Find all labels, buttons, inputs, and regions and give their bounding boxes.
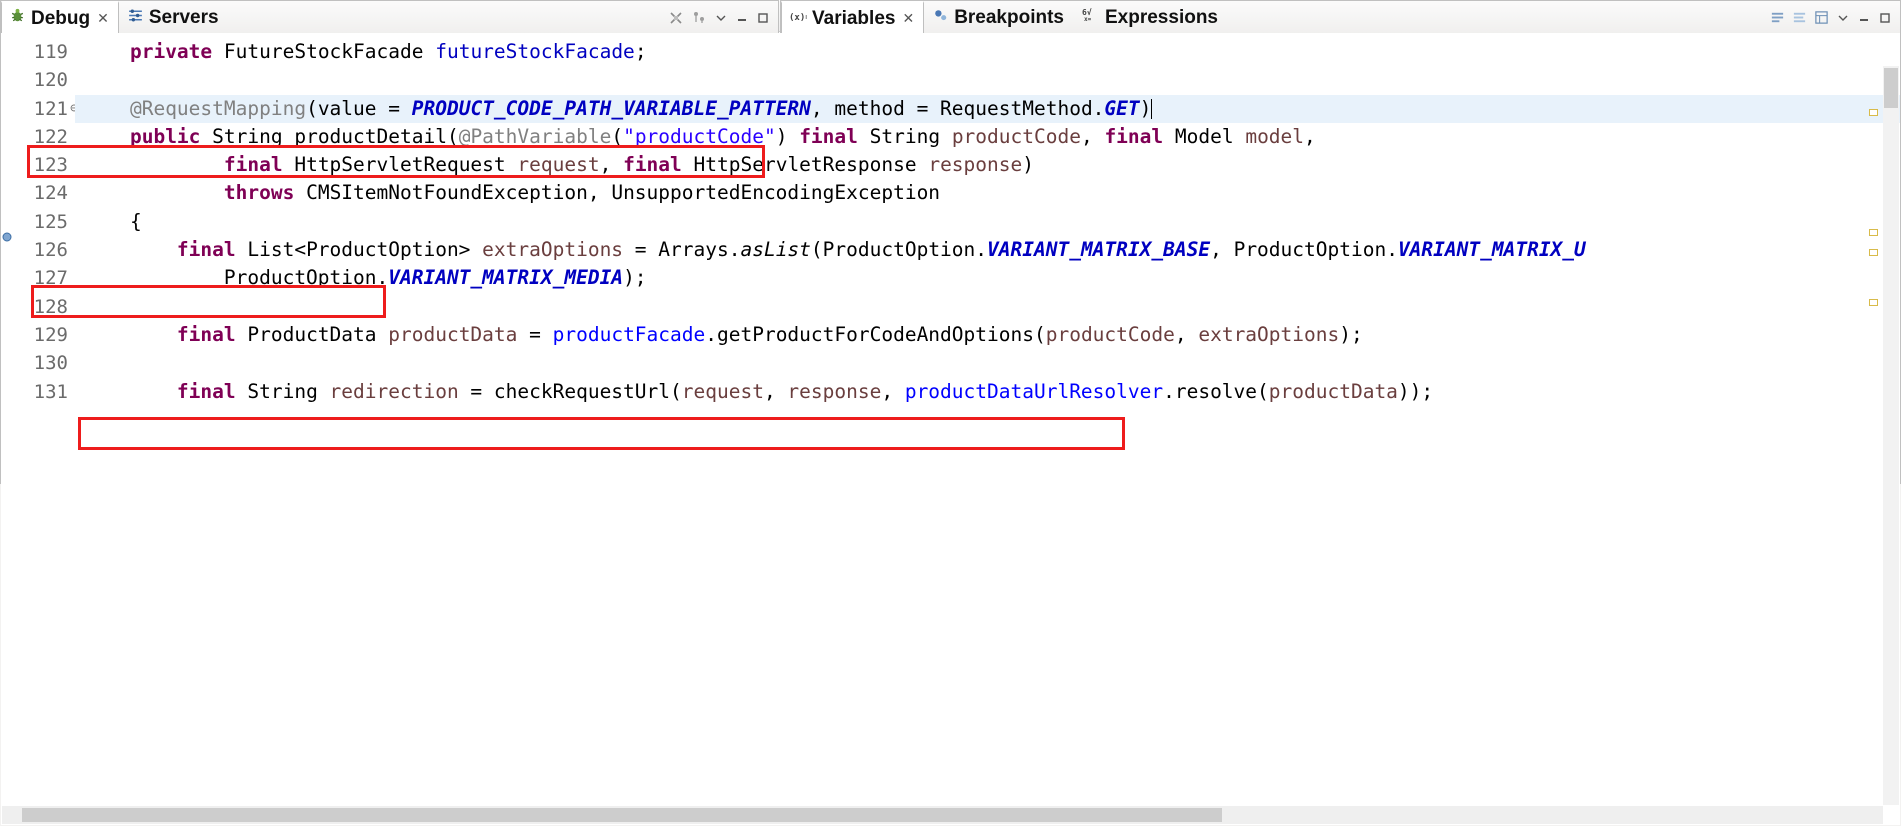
maximize-icon[interactable] [1878,11,1892,25]
line-number: 129 [33,323,68,346]
line-number: 126 [33,239,68,262]
line-number: 120 [33,69,68,92]
editor-vscroll-thumb[interactable] [1884,68,1898,108]
tab-expressions[interactable]: 6√ x= Expressions [1074,1,1228,34]
close-icon[interactable]: ✕ [97,10,109,27]
code-line-119[interactable]: private FutureStockFacade futureStockFac… [75,38,1900,66]
debug-view-tabstrip: Debug ✕ Servers [1,1,778,35]
overview-ruler[interactable] [1866,69,1880,803]
line-number: 130 [33,352,68,375]
editor-vertical-scrollbar[interactable] [1883,66,1899,805]
line-number: 122 [33,125,68,148]
line-number: 124 [33,182,68,205]
tabstrip-filler [1228,1,1764,34]
tab-variables-label: Variables [812,7,896,29]
code-line-126[interactable]: final List<ProductOption> extraOptions =… [75,236,1900,264]
code-line-120[interactable] [75,66,1900,94]
minimize-icon[interactable] [735,11,749,25]
tab-debug[interactable]: Debug ✕ [1,1,119,34]
collapse-all-icon[interactable] [1770,10,1785,25]
expressions-icon: 6√ x= [1082,7,1100,29]
code-text[interactable]: private FutureStockFacade futureStockFac… [75,33,1900,825]
variables-view-toolbar [1764,1,1900,34]
line-number: 119 [33,41,68,63]
line-number: 131 [33,380,68,403]
code-line-123[interactable]: final HttpServletRequest request, final … [75,151,1900,179]
view-menu-icon[interactable] [1836,11,1850,25]
disconnect-icon[interactable] [668,10,684,26]
code-editor-panel: J Thread.class J ProductPageController.j… [0,0,1901,825]
variables-icon: (x)= [789,8,811,30]
editor-horizontal-scrollbar[interactable] [2,806,1883,824]
svg-text:(x)=: (x)= [789,13,807,23]
code-line-121[interactable]: @RequestMapping(value = PRODUCT_CODE_PAT… [75,94,1900,123]
tab-breakpoints[interactable]: Breakpoints [924,1,1074,34]
bug-icon [9,7,26,30]
minimize-icon[interactable] [1857,11,1871,25]
line-number-gutter: 119 120 121⊖ 122 123 124 125 126 127 128… [13,33,78,825]
tab-variables[interactable]: (x)= Variables ✕ [781,1,925,34]
eclipse-ide-window: Debug ✕ Servers (x) Variables ✕ Breakpoi… [0,0,1901,826]
line-number: 128 [33,295,68,318]
close-icon[interactable]: ✕ [902,10,914,27]
tab-servers[interactable]: Servers [119,1,229,34]
servers-icon [127,7,144,30]
line-number: 127 [33,267,68,290]
line-number: 123 [33,154,68,177]
thread-filter-icon[interactable] [691,10,707,26]
tab-breakpoints-label: Breakpoints [954,7,1064,28]
tabstrip-filler [228,1,662,34]
editor-hscroll-thumb[interactable] [22,808,1222,822]
code-line-128[interactable] [75,293,1900,321]
tab-expressions-label: Expressions [1105,7,1218,28]
code-line-124[interactable]: throws CMSItemNotFoundException, Unsuppo… [75,179,1900,207]
line-number-121: 121⊖ [13,95,78,123]
expand-all-icon[interactable] [1792,10,1807,25]
tab-servers-label: Servers [148,7,219,28]
code-line-129[interactable]: final ProductData productData = productF… [75,321,1900,349]
code-line-122[interactable]: public String productDetail(@PathVariabl… [75,123,1900,151]
breakpoints-icon [932,7,949,30]
debug-view-toolbar [662,1,778,34]
code-line-131[interactable]: final String redirection = checkRequestU… [75,378,1900,406]
line-number: 125 [33,210,68,233]
code-line-130[interactable] [75,349,1900,377]
show-logical-structure-icon[interactable] [1814,10,1829,25]
maximize-icon[interactable] [756,11,770,25]
view-menu-icon[interactable] [714,11,728,25]
code-line-125[interactable]: { [75,208,1900,236]
svg-text:x=: x= [1084,16,1092,23]
variables-view-tabstrip: (x)= Variables ✕ Breakpoints 6√x= Expres… [781,1,1900,35]
breakpoint-ruler[interactable] [1,33,13,825]
tab-debug-label: Debug [31,7,91,29]
code-area[interactable]: 119 120 121⊖ 122 123 124 125 126 127 128… [1,33,1900,825]
code-line-127[interactable]: ProductOption.VARIANT_MATRIX_MEDIA); [75,264,1900,292]
